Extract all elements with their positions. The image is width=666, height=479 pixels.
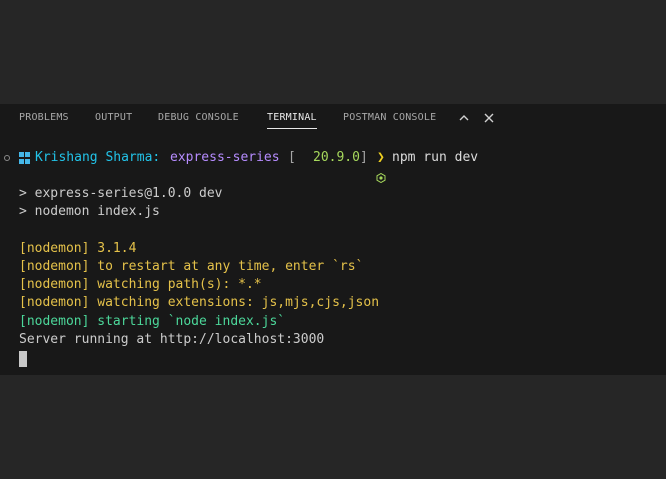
terminal-panel: PROBLEMS OUTPUT DEBUG CONSOLE TERMINAL P… (0, 104, 666, 375)
output-line-script-cmd: > nodemon index.js (19, 204, 160, 219)
chevron-up-icon[interactable] (457, 110, 471, 124)
tab-problems[interactable]: PROBLEMS (19, 112, 69, 123)
nodemon-line-restart: [nodemon] to restart at any time, enter … (19, 259, 364, 274)
close-icon[interactable] (482, 110, 496, 124)
prompt-node-open: [ (288, 150, 296, 165)
server-running-line: Server running at http://localhost:3000 (19, 332, 325, 347)
prompt-node-close: ] (360, 150, 368, 165)
prompt-directory: express-series (170, 150, 280, 165)
terminal-cursor (19, 351, 27, 367)
tab-debug-console[interactable]: DEBUG CONSOLE (158, 112, 239, 123)
nodemon-line-starting: [nodemon] starting `node index.js` (19, 314, 286, 329)
prompt-node-version: 20.9.0 (313, 150, 360, 165)
node-icon (298, 153, 386, 184)
tab-postman-console[interactable]: POSTMAN CONSOLE (343, 112, 436, 123)
prompt-line: Krishang Sharma: express-series [ 20.9.0… (0, 149, 666, 184)
output-line-script: > express-series@1.0.0 dev (19, 186, 223, 201)
prompt-arrow: ❯ (377, 150, 385, 165)
circle-status-icon (4, 155, 10, 161)
nodemon-line-version: [nodemon] 3.1.4 (19, 241, 137, 256)
windows-icon (19, 152, 31, 164)
nodemon-line-watch: [nodemon] watching path(s): *.* (19, 277, 262, 292)
nodemon-line-extensions: [nodemon] watching extensions: js,mjs,cj… (19, 295, 380, 310)
screenshot-page: PROBLEMS OUTPUT DEBUG CONSOLE TERMINAL P… (0, 0, 666, 479)
prompt-command: npm run dev (392, 150, 479, 165)
prompt-user: Krishang Sharma: (35, 150, 161, 165)
tab-output[interactable]: OUTPUT (95, 112, 132, 123)
panel-tab-bar: PROBLEMS OUTPUT DEBUG CONSOLE TERMINAL P… (0, 104, 666, 132)
tab-terminal[interactable]: TERMINAL (267, 112, 317, 129)
